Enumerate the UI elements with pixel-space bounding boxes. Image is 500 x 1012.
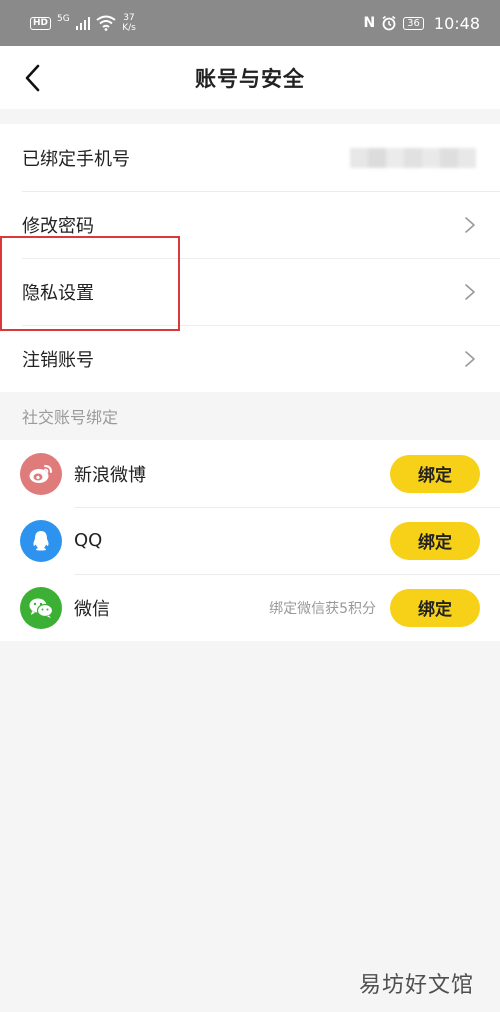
speed-unit: K/s xyxy=(122,23,136,33)
network-speed: 37 K/s xyxy=(122,13,136,33)
back-arrow-icon xyxy=(25,64,40,92)
chevron-right-icon xyxy=(465,216,475,233)
chevron-right-icon xyxy=(465,350,475,367)
change-password-row[interactable]: 修改密码 xyxy=(0,191,500,258)
wechat-bonus-text: 绑定微信获5积分 xyxy=(269,600,376,617)
bind-qq-button[interactable]: 绑定 xyxy=(390,521,480,560)
qq-icon xyxy=(20,519,62,562)
section-gap xyxy=(0,109,500,124)
speed-value: 37 xyxy=(123,13,135,23)
battery-icon: 36 xyxy=(403,16,424,30)
privacy-settings-row[interactable]: 隐私设置 xyxy=(0,258,500,325)
change-password-label: 修改密码 xyxy=(22,215,94,237)
bound-phone-label: 已绑定手机号 xyxy=(22,148,130,170)
status-right: N 36 10:48 xyxy=(363,14,480,33)
empty-area: 易坊好文馆 xyxy=(0,641,500,1012)
account-settings-list: 已绑定手机号 修改密码 隐私设置 注销账号 xyxy=(0,124,500,392)
wechat-icon xyxy=(20,586,62,629)
nav-bar: 账号与安全 xyxy=(0,46,500,109)
weibo-row: 新浪微博 绑定 xyxy=(0,440,500,507)
alarm-icon xyxy=(382,15,396,31)
status-left: HD 5G 37 K/s xyxy=(30,13,136,33)
wechat-row: 微信 绑定微信获5积分 绑定 xyxy=(0,574,500,641)
wifi-icon xyxy=(96,15,116,31)
cancel-account-label: 注销账号 xyxy=(22,349,94,371)
hd-icon: HD xyxy=(30,16,52,30)
privacy-settings-label: 隐私设置 xyxy=(22,282,94,304)
wechat-name: 微信 xyxy=(74,598,110,620)
back-button[interactable] xyxy=(18,64,46,92)
phone-number-masked xyxy=(350,147,476,168)
cancel-account-row[interactable]: 注销账号 xyxy=(0,325,500,392)
nfc-icon: N xyxy=(363,15,376,31)
bind-wechat-button[interactable]: 绑定 xyxy=(390,588,480,627)
bind-weibo-button[interactable]: 绑定 xyxy=(390,454,480,493)
weibo-name: 新浪微博 xyxy=(74,464,146,486)
qq-name: QQ xyxy=(74,530,103,551)
social-binding-list: 新浪微博 绑定 QQ 绑定 微信 绑定微信获5积分 绑定 xyxy=(0,440,500,641)
signal-icon xyxy=(75,16,91,30)
status-bar: HD 5G 37 K/s N 36 10:48 xyxy=(0,0,500,46)
weibo-icon xyxy=(20,452,62,495)
page-title: 账号与安全 xyxy=(195,66,305,91)
watermark: 易坊好文馆 xyxy=(358,973,474,998)
chevron-right-icon xyxy=(465,283,475,300)
network-type: 5G xyxy=(57,14,70,24)
clock: 10:48 xyxy=(433,13,480,33)
social-binding-header: 社交账号绑定 xyxy=(0,392,500,440)
bound-phone-row[interactable]: 已绑定手机号 xyxy=(0,124,500,191)
qq-row: QQ 绑定 xyxy=(0,507,500,574)
